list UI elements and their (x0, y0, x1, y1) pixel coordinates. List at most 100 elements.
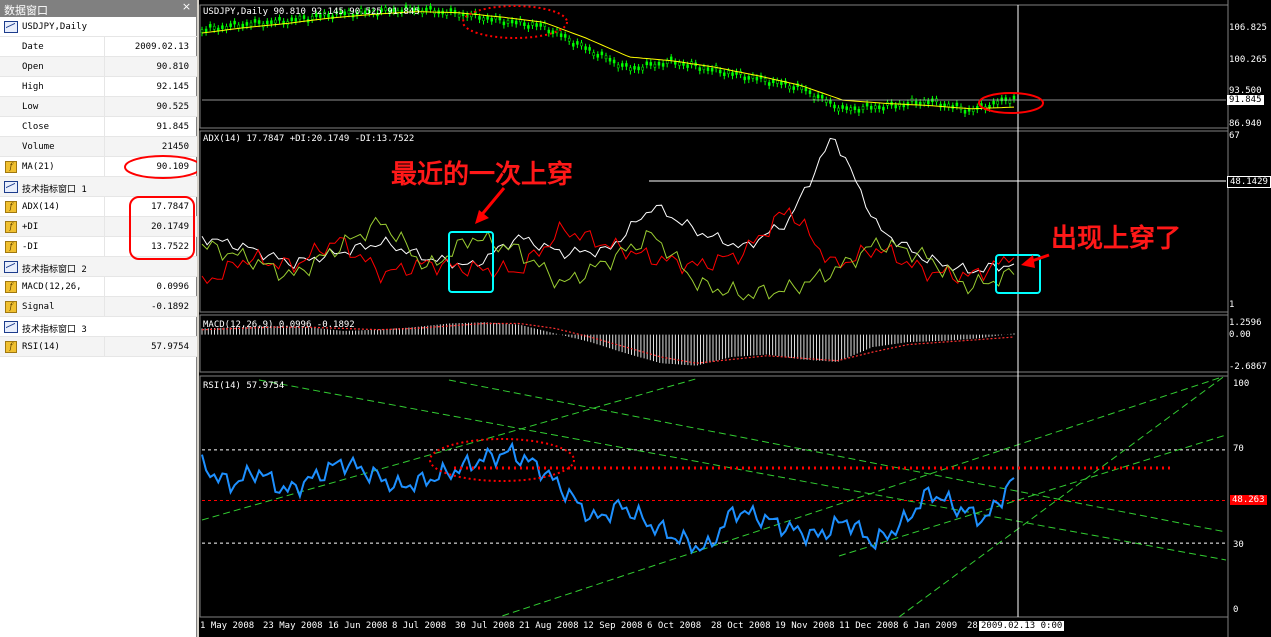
price-bar-body (653, 63, 657, 68)
price-bar-body (241, 23, 245, 28)
data-window-titlebar[interactable]: 数据窗口 × (0, 0, 196, 17)
price-bar-body (266, 20, 269, 25)
price-bar-body (531, 22, 534, 26)
price-bar-body (1008, 100, 1012, 104)
signal-row: f Signal -0.1892 (0, 297, 197, 317)
cursor-date-label: 2009.02.13 0:00 (979, 621, 1065, 631)
open-row: Open 90.810 (0, 57, 197, 77)
plus-di-line (201, 206, 1015, 285)
date-tick: 8 Jul 2008 (392, 621, 447, 631)
price-bar-body (927, 100, 930, 105)
price-bar-body (567, 37, 571, 42)
function-icon: f (5, 301, 17, 313)
row-value: 90.810 (156, 62, 189, 72)
macd-row: f MACD(12,26, 0.0996 (0, 277, 197, 297)
price-bar-body (457, 13, 461, 18)
macd-tick: -2.6867 (1229, 362, 1267, 372)
price-bar-body (882, 106, 885, 111)
trendline (838, 434, 1227, 557)
current-price-label: 91.845 (1227, 95, 1264, 105)
price-bar-body (780, 81, 783, 85)
macd-tick: 0.00 (1229, 330, 1251, 340)
close-row: Close 91.845 (0, 117, 197, 137)
minus-di-row: f -DI 13.7522 (0, 237, 197, 257)
price-bar-body (212, 26, 216, 30)
data-window-title: 数据窗口 (4, 4, 48, 17)
price-bar-body (710, 67, 714, 72)
price-bar-body (237, 24, 240, 29)
price-bar-body (257, 20, 261, 24)
date-tick: 30 Jul 2008 (455, 621, 515, 631)
price-bar-body (686, 64, 689, 68)
price-bar-body (425, 7, 428, 12)
chart-window[interactable]: USDJPY,Daily 90.810 92.145 90.525 91.845… (199, 0, 1271, 637)
row-label: 技术指标窗口 2 (22, 265, 87, 275)
function-icon: f (5, 161, 17, 173)
chart-canvas[interactable] (199, 0, 1271, 637)
price-bar-body (755, 76, 759, 81)
price-tick: 106.825 (1229, 23, 1267, 33)
minus-di-line (201, 216, 1015, 301)
price-bar-body (600, 51, 604, 56)
price-bar-body (572, 43, 575, 47)
price-bar-body (669, 56, 673, 61)
price-bar-body (772, 79, 775, 84)
price-bar-body (270, 20, 273, 24)
price-bar-body (776, 80, 779, 84)
row-value: 91.845 (156, 122, 189, 132)
function-icon: f (5, 241, 17, 253)
price-bar-body (527, 25, 530, 29)
price-bar-body (429, 6, 432, 10)
price-pane (200, 2, 1226, 117)
row-label: Volume (22, 142, 55, 152)
price-bar-body (833, 104, 836, 109)
date-tick: 19 Nov 2008 (775, 621, 835, 631)
price-bar-body (792, 86, 795, 90)
rsi-tick: 100 (1233, 379, 1250, 389)
price-bar-body (290, 17, 294, 22)
price-bar-body (208, 24, 212, 28)
price-bar-body (767, 82, 771, 86)
row-label: Open (22, 62, 44, 72)
plus-di-row: f +DI 20.1749 (0, 217, 197, 237)
function-icon: f (5, 341, 17, 353)
price-bar-body (633, 66, 636, 70)
price-bar-body (612, 59, 616, 64)
rsi-tick: 30 (1233, 540, 1244, 550)
price-bar-body (820, 95, 824, 99)
function-icon: f (5, 201, 17, 213)
high-row: High 92.145 (0, 77, 197, 97)
price-bar-body (869, 105, 873, 110)
price-tick: 86.940 (1229, 119, 1262, 129)
date-tick: 23 May 2008 (263, 621, 323, 631)
price-bar-body (853, 106, 857, 110)
price-bar-body (478, 16, 481, 20)
trendline (498, 377, 1220, 618)
row-value: 0.0996 (156, 282, 189, 292)
price-bar-body (657, 61, 661, 66)
rsi-tick: 70 (1233, 444, 1244, 454)
price-bar-body (874, 105, 877, 110)
rsi-pane-title: RSI(14) 57.9754 (203, 381, 285, 391)
price-bar-body (955, 102, 959, 107)
price-bar-body (551, 30, 555, 34)
row-value: 90.525 (156, 102, 189, 112)
price-bar-body (221, 25, 224, 29)
chart-icon (4, 181, 18, 193)
price-bar-body (788, 85, 791, 90)
price-bar-body (563, 34, 567, 38)
row-label: -DI (22, 242, 39, 252)
row-label: +DI (22, 222, 39, 232)
date-tick: 12 Sep 2008 (583, 621, 643, 631)
rsi-pane (201, 374, 1227, 618)
macd-tick: 1.2596 (1229, 318, 1262, 328)
price-bar-body (845, 106, 848, 110)
row-label: High (22, 82, 44, 92)
price-bar-body (514, 20, 518, 25)
recent-cross-annotation: 最近的一次上穿 (391, 160, 574, 190)
price-bar-body (204, 28, 208, 33)
price-bar-body (510, 19, 514, 24)
close-icon[interactable]: × (180, 1, 193, 14)
price-bar-body (649, 62, 653, 66)
price-bar-body (718, 69, 722, 74)
